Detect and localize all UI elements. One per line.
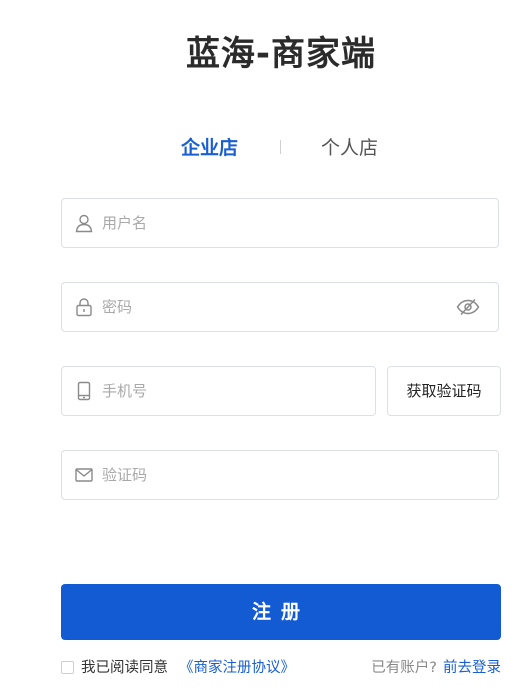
username-field[interactable] — [61, 198, 499, 248]
eye-off-icon[interactable] — [456, 297, 480, 317]
phone-input[interactable] — [102, 367, 332, 415]
register-button[interactable]: 注册 — [61, 584, 501, 640]
mail-icon — [75, 468, 93, 482]
username-input[interactable] — [102, 199, 442, 247]
lock-icon — [76, 298, 92, 317]
login-link[interactable]: 前去登录 — [443, 660, 501, 676]
tab-enterprise-store[interactable]: 企业店 — [181, 135, 238, 161]
login-prompt: 已有账户? 前去登录 — [371, 658, 501, 678]
tab-divider — [280, 140, 281, 154]
password-field[interactable] — [61, 282, 499, 332]
get-code-button[interactable]: 获取验证码 — [387, 366, 501, 416]
agree-checkbox[interactable] — [61, 661, 74, 674]
code-input[interactable] — [102, 451, 442, 499]
store-type-tabs: 企业店 个人店 — [0, 135, 527, 161]
phone-field[interactable] — [61, 366, 376, 416]
phone-icon — [77, 381, 91, 401]
code-field[interactable] — [61, 450, 499, 500]
user-icon — [75, 214, 93, 233]
agreement-text: 我已阅读同意 — [81, 660, 168, 676]
page-title: 蓝海-商家端 — [185, 34, 377, 74]
password-input[interactable] — [102, 283, 442, 331]
agreement-link[interactable]: 《商家注册协议》 — [179, 658, 295, 678]
tab-personal-store[interactable]: 个人店 — [321, 135, 378, 161]
login-question: 已有账户? — [371, 660, 437, 676]
